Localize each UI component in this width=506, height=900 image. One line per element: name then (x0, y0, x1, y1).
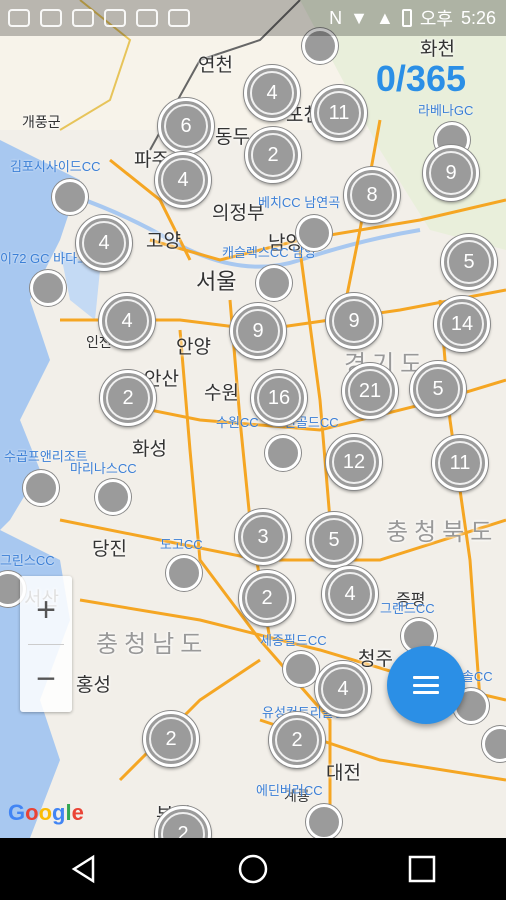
golf-marker[interactable] (296, 215, 332, 251)
golf-marker[interactable] (306, 804, 342, 838)
place-label: 홍성 (76, 675, 111, 696)
golf-marker[interactable] (30, 270, 66, 306)
wifi-icon: ▼ (350, 7, 368, 28)
golf-course-label[interactable]: 에딘버러CC (256, 780, 323, 799)
cluster-marker[interactable]: 4 (322, 566, 378, 622)
place-label: 동두 (215, 127, 250, 148)
cluster-marker[interactable]: 4 (155, 152, 211, 208)
google-logo: Google (8, 800, 84, 825)
cluster-marker[interactable]: 5 (306, 512, 362, 568)
place-label: 당진 (92, 539, 127, 560)
cluster-marker[interactable]: 4 (99, 293, 155, 349)
golf-course-label[interactable]: 베치CC 남연곡 (258, 192, 340, 211)
golf-course-label[interactable]: 김포시사이드CC (10, 156, 101, 175)
cluster-marker[interactable]: 11 (311, 85, 367, 141)
golf-marker[interactable] (166, 555, 202, 591)
status-time: 5:26 (460, 7, 496, 28)
place-label: 대전 (326, 763, 361, 784)
cluster-marker[interactable]: 8 (344, 167, 400, 223)
recents-button[interactable] (402, 849, 442, 889)
golf-marker[interactable] (95, 479, 131, 515)
place-label: 화천 (420, 39, 455, 60)
back-button[interactable] (64, 849, 104, 889)
cluster-marker[interactable]: 9 (326, 293, 382, 349)
place-label: 수원 (204, 383, 239, 404)
cluster-marker[interactable]: 9 (230, 303, 286, 359)
golf-course-label[interactable]: 수원CC (216, 412, 259, 431)
place-label: 화성 (132, 439, 167, 460)
notification-icon (40, 9, 62, 27)
cluster-marker[interactable]: 5 (441, 234, 497, 290)
youtube-icon (8, 9, 30, 27)
golf-marker[interactable] (283, 651, 319, 687)
golf-course-label[interactable]: 마리나스CC (70, 458, 137, 477)
cluster-marker[interactable]: 4 (76, 215, 132, 271)
sync-icon (104, 9, 126, 27)
home-icon (238, 854, 268, 884)
cluster-marker[interactable]: 11 (432, 435, 488, 491)
golf-course-label[interactable]: 그린스CC (0, 550, 55, 569)
cluster-marker[interactable]: 6 (158, 98, 214, 154)
cluster-marker[interactable]: 2 (100, 370, 156, 426)
place-label: 의정부 (212, 203, 265, 224)
zoom-out-button[interactable]: − (20, 645, 72, 713)
cluster-marker[interactable]: 2 (269, 712, 325, 768)
region-label: 충청남도 (96, 631, 209, 658)
cluster-marker[interactable]: 5 (410, 361, 466, 417)
region-label: 충청북도 (386, 519, 499, 546)
map-view[interactable]: 0/365 연천 화천 개풍군 파주 동두 포천 의정부 고양 서울 남양 안양… (0, 0, 506, 838)
cluster-marker[interactable]: 14 (434, 296, 490, 352)
golf-marker[interactable] (265, 435, 301, 471)
cluster-marker[interactable]: 4 (244, 65, 300, 121)
visited-counter: 0/365 (375, 58, 466, 99)
debug-icon (168, 9, 190, 27)
zoom-in-button[interactable]: + (20, 576, 72, 644)
cluster-marker[interactable]: 9 (423, 145, 479, 201)
place-label: 청주 (358, 649, 393, 670)
place-label: 연천 (198, 55, 233, 76)
battery-icon (401, 9, 412, 27)
status-ampm: 오후 (419, 9, 453, 29)
sync-icon (72, 9, 94, 27)
usb-icon (136, 9, 158, 27)
cluster-marker[interactable]: 3 (235, 509, 291, 565)
menu-fab-button[interactable] (387, 646, 465, 724)
cluster-marker[interactable]: 2 (239, 570, 295, 626)
status-bar: N ▼ ▲ 오후 5:26 (0, 0, 506, 36)
place-label: 안양 (176, 337, 211, 358)
golf-marker[interactable] (52, 179, 88, 215)
nfc-icon: N (329, 7, 343, 28)
place-label: 고양 (146, 231, 181, 252)
cluster-marker[interactable]: 12 (326, 434, 382, 490)
menu-icon (413, 676, 439, 694)
golf-marker[interactable] (23, 470, 59, 506)
golf-course-label[interactable]: 세종필드CC (260, 630, 327, 649)
recents-icon (408, 855, 435, 883)
cluster-marker[interactable]: 21 (342, 363, 398, 419)
zoom-controls: + − (20, 576, 72, 712)
cluster-marker[interactable]: 4 (315, 661, 371, 717)
golf-course-label[interactable]: 도고CC (160, 534, 203, 553)
signal-icon: ▲ (376, 7, 394, 28)
golf-course-label[interactable]: 그랜드CC (380, 598, 435, 617)
back-icon (71, 854, 95, 884)
cluster-marker[interactable]: 2 (245, 127, 301, 183)
cluster-marker[interactable]: 2 (143, 711, 199, 767)
cluster-marker[interactable]: 16 (251, 370, 307, 426)
navigation-bar (0, 838, 506, 900)
golf-course-label[interactable]: 라베나GC (418, 100, 473, 119)
place-label: 개풍군 (22, 114, 61, 130)
place-label: 서울 (196, 269, 237, 294)
golf-marker[interactable] (256, 265, 292, 301)
home-button[interactable] (233, 849, 273, 889)
